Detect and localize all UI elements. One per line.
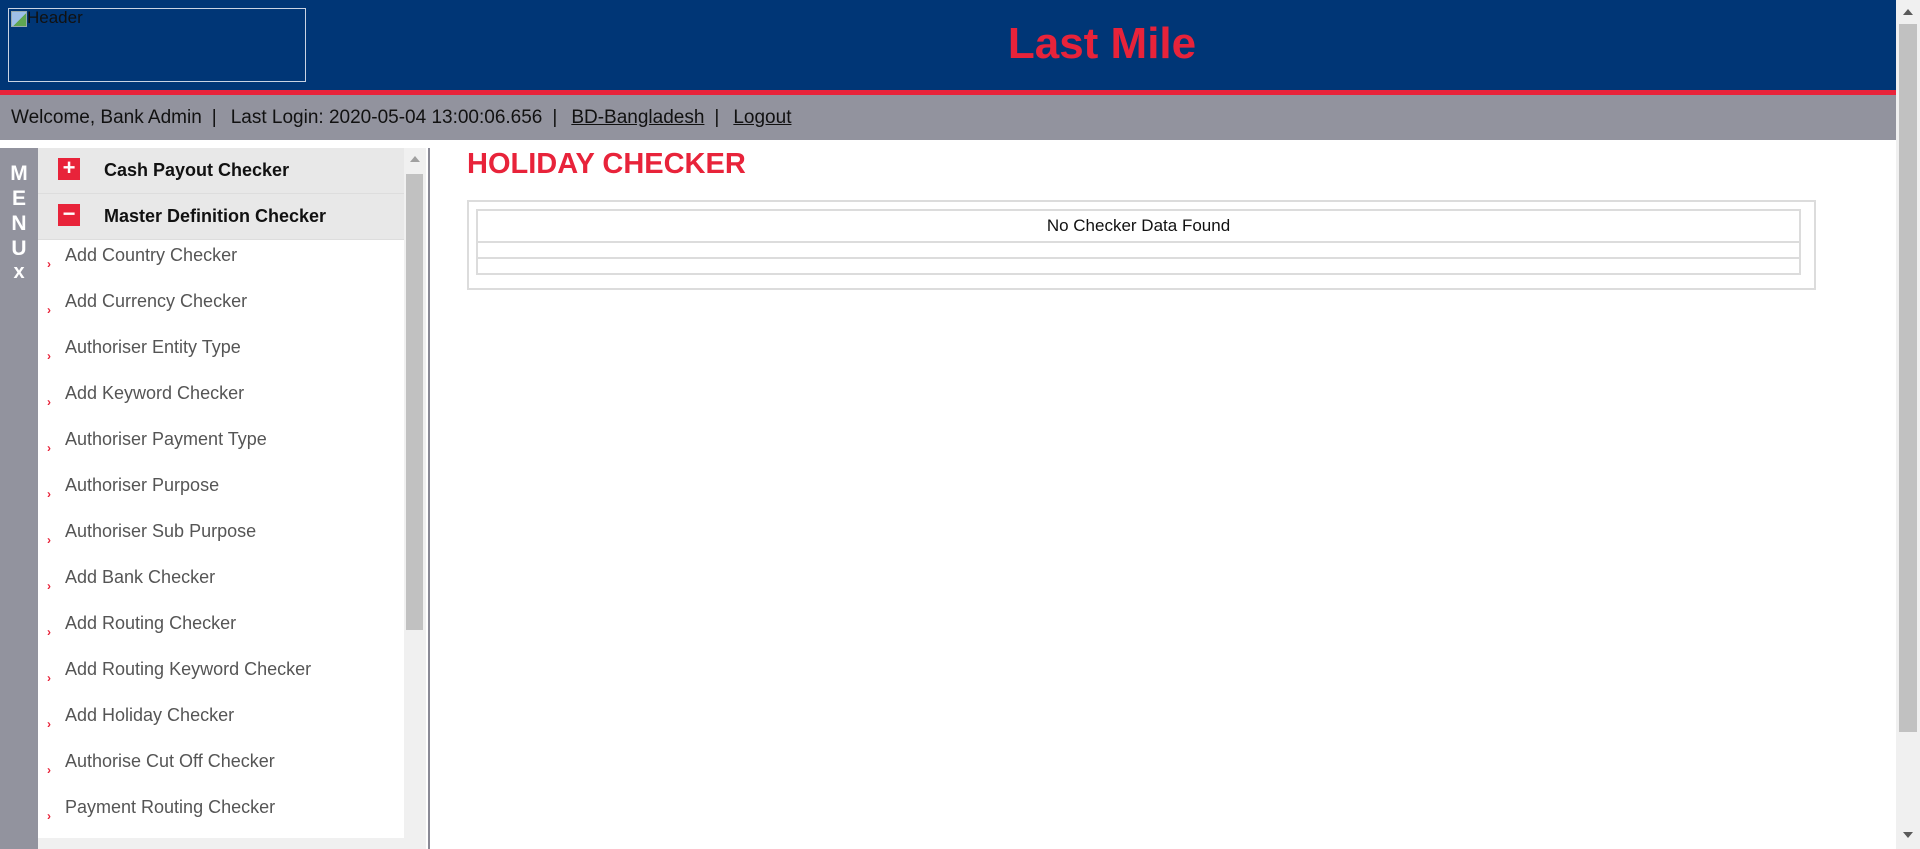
- minus-icon[interactable]: −: [58, 203, 80, 226]
- table-row: [476, 241, 1801, 259]
- sidebar-item-payment-routing-checker[interactable]: › Payment Routing Checker: [38, 792, 404, 838]
- page-title: HOLIDAY CHECKER: [467, 148, 746, 180]
- arrow-bullet-icon: ›: [47, 763, 51, 777]
- sidebar-item-authoriser-purpose[interactable]: › Authoriser Purpose: [38, 470, 404, 516]
- checker-table-panel: No Checker Data Found: [467, 200, 1816, 290]
- arrow-bullet-icon: ›: [47, 395, 51, 409]
- sidebar-item-add-routing-checker[interactable]: › Add Routing Checker: [38, 608, 404, 654]
- scroll-down-arrow-icon[interactable]: [1903, 832, 1913, 838]
- page-scroll-thumb[interactable]: [1899, 24, 1917, 732]
- sidebar-scroll-thumb[interactable]: [406, 174, 423, 630]
- sidebar-divider: [428, 148, 430, 849]
- sidebar-item-add-bank-checker[interactable]: › Add Bank Checker: [38, 562, 404, 608]
- arrow-bullet-icon: ›: [47, 441, 51, 455]
- arrow-bullet-icon: ›: [47, 809, 51, 823]
- separator: |: [552, 107, 558, 128]
- table-cell: [476, 241, 1801, 259]
- sidebar-item-add-currency-checker[interactable]: › Add Currency Checker: [38, 286, 404, 332]
- user-info-bar: Welcome, Bank Admin | Last Login: 2020-05-…: [0, 95, 1896, 140]
- sidebar-group-cash-payout-checker[interactable]: + Cash Payout Checker: [38, 148, 404, 194]
- arrow-bullet-icon: ›: [47, 257, 51, 271]
- sidebar-scrollbar[interactable]: [404, 148, 426, 849]
- sidebar-item-authoriser-payment-type[interactable]: › Authoriser Payment Type: [38, 424, 404, 470]
- app-title: Last Mile: [1007, 19, 1197, 68]
- scroll-up-arrow-icon[interactable]: [410, 156, 420, 162]
- menu-letter: N: [11, 212, 27, 235]
- menu-letter: E: [11, 187, 26, 210]
- sidebar-group-label: Master Definition Checker: [104, 206, 327, 226]
- sidebar-item-label: Authoriser Purpose: [65, 475, 220, 495]
- table-row: [476, 257, 1801, 275]
- separator: |: [211, 107, 217, 128]
- arrow-bullet-icon: ›: [47, 487, 51, 501]
- checker-table: No Checker Data Found: [476, 209, 1801, 275]
- sidebar-item-label: Authoriser Entity Type: [65, 337, 241, 357]
- sidebar-item-label: Authorise Cut Off Checker: [65, 751, 275, 771]
- sidebar-item-label: Add Bank Checker: [65, 567, 216, 587]
- sidebar-item-label: Add Country Checker: [65, 245, 238, 265]
- menu-strip: M E N U x: [0, 148, 38, 849]
- sidebar-item-label: Add Currency Checker: [65, 291, 248, 311]
- country-link[interactable]: BD-Bangladesh: [571, 107, 704, 128]
- welcome-text: Welcome, Bank Admin: [11, 107, 202, 128]
- sidebar-menu: + Cash Payout Checker − Master Definitio…: [38, 148, 404, 849]
- sidebar-item-label: Payment Routing Checker: [65, 797, 276, 817]
- arrow-bullet-icon: ›: [47, 303, 51, 317]
- close-menu-icon[interactable]: x: [0, 261, 38, 283]
- sidebar-item-add-holiday-checker[interactable]: › Add Holiday Checker: [38, 700, 404, 746]
- app-header: Header Last Mile: [0, 0, 1896, 95]
- arrow-bullet-icon: ›: [47, 533, 51, 547]
- last-login-text: Last Login: 2020-05-04 13:00:06.656: [230, 107, 543, 128]
- menu-letter: M: [10, 162, 28, 185]
- sidebar-item-label: Add Holiday Checker: [65, 705, 235, 725]
- table-cell: [476, 257, 1801, 275]
- sidebar-item-add-keyword-checker[interactable]: › Add Keyword Checker: [38, 378, 404, 424]
- broken-image-icon: [11, 11, 27, 27]
- arrow-bullet-icon: ›: [47, 625, 51, 639]
- header-logo-alt-text: Header: [27, 8, 83, 27]
- arrow-bullet-icon: ›: [47, 671, 51, 685]
- sidebar-item-authorise-cut-off-checker[interactable]: › Authorise Cut Off Checker: [38, 746, 404, 792]
- sidebar-item-authoriser-sub-purpose[interactable]: › Authoriser Sub Purpose: [38, 516, 404, 562]
- sidebar-item-label: Authoriser Payment Type: [65, 429, 267, 449]
- menu-letter: U: [11, 237, 27, 260]
- sidebar-item-list: › Add Country Checker › Add Currency Check…: [38, 240, 404, 838]
- sidebar-item-add-routing-keyword-checker[interactable]: › Add Routing Keyword Checker: [38, 654, 404, 700]
- sidebar-item-label: Add Routing Checker: [65, 613, 237, 633]
- sidebar-item-label: Add Routing Keyword Checker: [65, 659, 312, 679]
- page-scrollbar[interactable]: [1896, 0, 1920, 849]
- no-data-message: No Checker Data Found: [476, 209, 1801, 243]
- sidebar-item-label: Authoriser Sub Purpose: [65, 521, 257, 541]
- arrow-bullet-icon: ›: [47, 579, 51, 593]
- arrow-bullet-icon: ›: [47, 717, 51, 731]
- header-logo-image: Header: [8, 8, 306, 82]
- sidebar-item-label: Add Keyword Checker: [65, 383, 245, 403]
- scroll-up-arrow-icon[interactable]: [1903, 9, 1913, 15]
- logout-link[interactable]: Logout: [733, 107, 791, 128]
- sidebar-item-add-country-checker[interactable]: › Add Country Checker: [38, 240, 404, 286]
- sidebar-item-authoriser-entity-type[interactable]: › Authoriser Entity Type: [38, 332, 404, 378]
- arrow-bullet-icon: ›: [47, 349, 51, 363]
- table-row: No Checker Data Found: [476, 209, 1801, 243]
- separator: |: [714, 107, 720, 128]
- sidebar-group-master-definition-checker[interactable]: − Master Definition Checker: [38, 194, 404, 240]
- plus-icon[interactable]: +: [58, 157, 80, 180]
- sidebar-group-label: Cash Payout Checker: [104, 160, 290, 180]
